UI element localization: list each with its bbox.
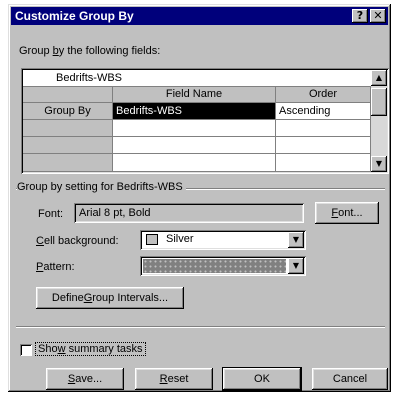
close-icon: ✕ <box>373 9 383 22</box>
reset-button[interactable]: Reset <box>135 368 213 390</box>
font-value-display: Arial 8 pt, Bold <box>74 203 304 223</box>
dropdown-arrow-icon[interactable]: ▼ <box>288 232 304 248</box>
grid-vertical-scrollbar[interactable]: ▲ ▼ <box>371 70 387 172</box>
dialog-title: Customize Group By <box>15 9 134 23</box>
title-bar: Customize Group By ? ✕ <box>11 7 388 25</box>
arrow-up-icon: ▲ <box>375 73 383 82</box>
cell-background-dropdown[interactable]: Silver ▼ <box>140 230 306 250</box>
save-button[interactable]: Save... <box>46 368 124 390</box>
help-icon: ? <box>356 9 364 22</box>
grid-corner <box>23 87 113 103</box>
column-header-field-name[interactable]: Field Name <box>113 87 276 103</box>
row-header-then-by-2[interactable] <box>23 137 113 154</box>
pattern-label: Pattern: <box>36 261 75 273</box>
show-summary-checkbox[interactable] <box>20 344 32 356</box>
scroll-up-button[interactable]: ▲ <box>371 70 387 86</box>
pattern-swatch <box>143 259 286 273</box>
font-button[interactable]: Font... <box>315 202 379 224</box>
row-header-then-by-1[interactable] <box>23 120 113 137</box>
field-name-cell[interactable] <box>113 154 276 172</box>
color-swatch <box>146 234 158 245</box>
dropdown-arrow-icon[interactable]: ▼ <box>288 258 304 274</box>
row-header-group-by[interactable]: Group By <box>23 103 113 120</box>
order-cell[interactable] <box>276 154 371 172</box>
close-button[interactable]: ✕ <box>370 9 386 23</box>
order-cell[interactable] <box>276 120 371 137</box>
pattern-dropdown[interactable]: ▼ <box>140 256 306 276</box>
customize-group-by-dialog: Customize Group By ? ✕ Group by the foll… <box>8 4 391 392</box>
group-fields-grid: Bedrifts-WBS Field Name Order Group By B… <box>21 68 389 174</box>
arrow-down-icon: ▼ <box>375 159 383 168</box>
cell-background-label: Cell background: <box>36 235 119 247</box>
help-button[interactable]: ? <box>352 9 368 23</box>
row-header-then-by-3[interactable] <box>23 154 113 172</box>
field-name-cell[interactable]: Bedrifts-WBS <box>113 103 276 120</box>
field-name-cell[interactable] <box>113 120 276 137</box>
grid-edit-field[interactable]: Bedrifts-WBS <box>53 70 371 87</box>
cell-background-value: Silver <box>166 233 194 245</box>
show-summary-label[interactable]: Show summary tasks <box>35 342 146 356</box>
ok-button[interactable]: OK <box>222 367 302 391</box>
scroll-down-button[interactable]: ▼ <box>371 156 387 172</box>
define-group-intervals-button[interactable]: Define Group Intervals... <box>36 287 184 309</box>
cancel-button[interactable]: Cancel <box>312 368 388 390</box>
scroll-thumb[interactable] <box>371 88 387 116</box>
setting-group-label: Group by setting for Bedrifts-WBS <box>17 181 186 193</box>
field-name-cell[interactable] <box>113 137 276 154</box>
order-cell[interactable]: Ascending <box>276 103 371 120</box>
section-divider <box>16 326 385 328</box>
column-header-order[interactable]: Order <box>276 87 371 103</box>
font-label: Font: <box>38 208 64 220</box>
order-cell[interactable] <box>276 137 371 154</box>
group-fields-label: Group by the following fields: <box>19 45 161 57</box>
